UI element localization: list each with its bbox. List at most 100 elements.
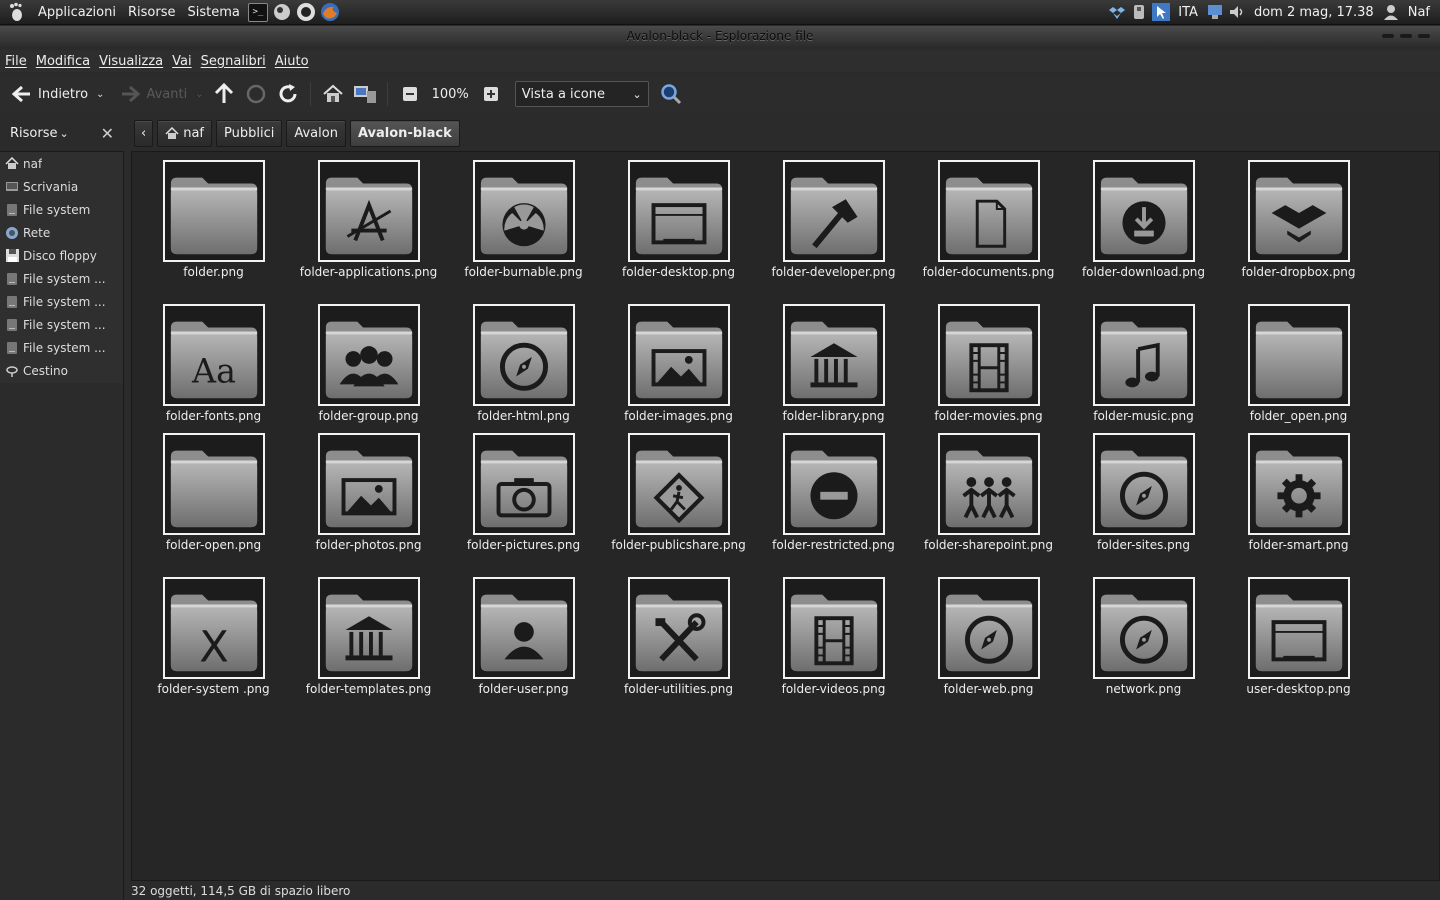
sidebar-item-label: Disco floppy xyxy=(23,248,97,263)
sidebar-type-selector[interactable]: Risorse ⌄ xyxy=(10,126,69,141)
music-player-launcher-icon[interactable] xyxy=(296,2,316,22)
forward-button[interactable]: Avanti ⌄ xyxy=(116,80,207,108)
folder-icon xyxy=(1092,433,1195,535)
menu-help[interactable]: Aiuto xyxy=(275,54,309,69)
network-tray-icon[interactable] xyxy=(1206,3,1224,21)
breadcrumb-item[interactable]: Pubblici xyxy=(216,119,283,147)
menu-view[interactable]: Visualizza xyxy=(99,54,163,69)
file-item[interactable]: folder-images.png xyxy=(601,304,756,424)
file-item[interactable]: folder-library.png xyxy=(756,304,911,424)
breadcrumb-item-current[interactable]: Avalon-black xyxy=(349,119,460,147)
breadcrumb-item[interactable]: Avalon xyxy=(286,119,346,147)
close-icon[interactable]: ✕ xyxy=(101,124,114,143)
stop-icon[interactable] xyxy=(244,82,268,106)
file-item[interactable]: folder-web.png xyxy=(911,577,1066,697)
search-icon[interactable] xyxy=(659,82,683,106)
usb-tray-icon[interactable] xyxy=(1130,3,1148,21)
file-item[interactable]: folder_open.png xyxy=(1221,304,1376,424)
sidebar-item[interactable]: Disco floppy xyxy=(0,244,123,267)
sidebar: naf Scrivania File system Rete Disco floppy F… xyxy=(0,151,124,383)
gnome-foot-icon[interactable] xyxy=(5,1,27,23)
file-item[interactable]: folder-user.png xyxy=(446,577,601,697)
file-item[interactable]: folder-movies.png xyxy=(911,304,1066,424)
sidebar-item[interactable]: File system ... xyxy=(0,290,123,313)
file-item[interactable]: folder-dropbox.png xyxy=(1221,160,1376,280)
keyboard-layout-indicator[interactable]: ITA xyxy=(1174,5,1202,20)
file-item[interactable]: folder-burnable.png xyxy=(446,160,601,280)
breadcrumb-item-home[interactable]: naf xyxy=(157,119,212,147)
pathbar-scroll-left-button[interactable]: ‹ xyxy=(134,119,154,147)
sidebar-item[interactable]: File system ... xyxy=(0,313,123,336)
chevron-down-icon[interactable]: ⌄ xyxy=(195,89,203,100)
file-item[interactable]: folder-download.png xyxy=(1066,160,1221,280)
file-item[interactable]: folder-group.png xyxy=(291,304,446,424)
sidebar-item[interactable]: naf xyxy=(0,152,123,175)
file-item[interactable]: folder-templates.png xyxy=(291,577,446,697)
menu-edit[interactable]: Modifica xyxy=(36,54,90,69)
file-item[interactable]: folder-developer.png xyxy=(756,160,911,280)
file-item[interactable]: folder.png xyxy=(136,160,291,280)
file-item[interactable]: folder-publicshare.png xyxy=(601,433,756,553)
minimize-button[interactable] xyxy=(1382,34,1394,38)
firefox-launcher-icon[interactable] xyxy=(320,2,340,22)
user-tray-icon[interactable] xyxy=(1382,3,1400,21)
file-item[interactable]: user-desktop.png xyxy=(1221,577,1376,697)
terminal-launcher-icon[interactable]: >_ xyxy=(247,2,268,22)
back-button[interactable]: Indietro ⌄ xyxy=(8,80,108,108)
sidebar-item[interactable]: Scrivania xyxy=(0,175,123,198)
file-item[interactable]: folder-videos.png xyxy=(756,577,911,697)
window-titlebar[interactable]: Avalon-black - Esplorazione file xyxy=(0,26,1440,46)
file-item[interactable]: folder-desktop.png xyxy=(601,160,756,280)
file-item[interactable]: folder-sharepoint.png xyxy=(911,433,1066,553)
volume-tray-icon[interactable] xyxy=(1228,3,1246,21)
chevron-down-icon[interactable]: ⌄ xyxy=(96,89,104,100)
dropbox-tray-icon[interactable] xyxy=(1108,3,1126,21)
file-item[interactable]: folder-pictures.png xyxy=(446,433,601,553)
panel-menu-applications[interactable]: Applicazioni xyxy=(32,5,122,20)
file-item[interactable]: folder-restricted.png xyxy=(756,433,911,553)
home-icon[interactable] xyxy=(321,82,345,106)
file-item[interactable]: folder-utilities.png xyxy=(601,577,756,697)
menu-file[interactable]: File xyxy=(5,54,27,69)
file-item[interactable]: folder-documents.png xyxy=(911,160,1066,280)
view-mode-select[interactable]: Vista a icone ⌄ xyxy=(514,81,649,107)
file-item[interactable]: network.png xyxy=(1066,577,1221,697)
sidebar-item[interactable]: Rete xyxy=(0,221,123,244)
zoom-out-icon[interactable] xyxy=(398,82,422,106)
cursor-tray-icon[interactable] xyxy=(1152,3,1171,21)
zoom-in-icon[interactable] xyxy=(479,82,503,106)
file-item[interactable]: folder-photos.png xyxy=(291,433,446,553)
menu-bookmarks[interactable]: Segnalibri xyxy=(201,54,266,69)
file-item[interactable]: folder-applications.png xyxy=(291,160,446,280)
file-item[interactable]: folder-sites.png xyxy=(1066,433,1221,553)
file-name: folder-system .png xyxy=(157,682,270,696)
sidebar-item[interactable]: File system xyxy=(0,198,123,221)
sidebar-item[interactable]: File system ... xyxy=(0,336,123,359)
computer-icon[interactable] xyxy=(353,82,377,106)
reload-icon[interactable] xyxy=(276,82,300,106)
file-item[interactable]: folder-smart.png xyxy=(1221,433,1376,553)
drive-icon xyxy=(5,318,19,332)
folder-icon xyxy=(627,433,730,535)
file-item[interactable]: X folder-system .png xyxy=(136,577,291,697)
panel-user-name[interactable]: Naf xyxy=(1404,5,1434,20)
panel-menu-places[interactable]: Risorse xyxy=(122,5,182,20)
back-button-label: Indietro xyxy=(38,86,89,102)
file-item[interactable]: folder-html.png xyxy=(446,304,601,424)
sidebar-item[interactable]: File system ... xyxy=(0,267,123,290)
close-window-button[interactable] xyxy=(1418,34,1430,38)
file-item[interactable]: folder-open.png xyxy=(136,433,291,553)
file-name: folder-group.png xyxy=(318,409,419,423)
maximize-button[interactable] xyxy=(1400,34,1412,38)
panel-clock[interactable]: dom 2 mag, 17.38 xyxy=(1250,5,1378,20)
up-arrow-icon[interactable] xyxy=(212,82,236,106)
file-item[interactable]: folder-music.png xyxy=(1066,304,1221,424)
folder-icon xyxy=(472,160,575,262)
icon-view[interactable]: folder.png folder-applications.png folde… xyxy=(131,151,1440,881)
pidgin-launcher-icon[interactable] xyxy=(272,2,292,22)
folder-icon xyxy=(627,304,730,406)
panel-menu-system[interactable]: Sistema xyxy=(181,5,245,20)
file-item[interactable]: Aa folder-fonts.png xyxy=(136,304,291,424)
menu-go[interactable]: Vai xyxy=(172,54,191,69)
sidebar-item[interactable]: Cestino xyxy=(0,359,123,382)
